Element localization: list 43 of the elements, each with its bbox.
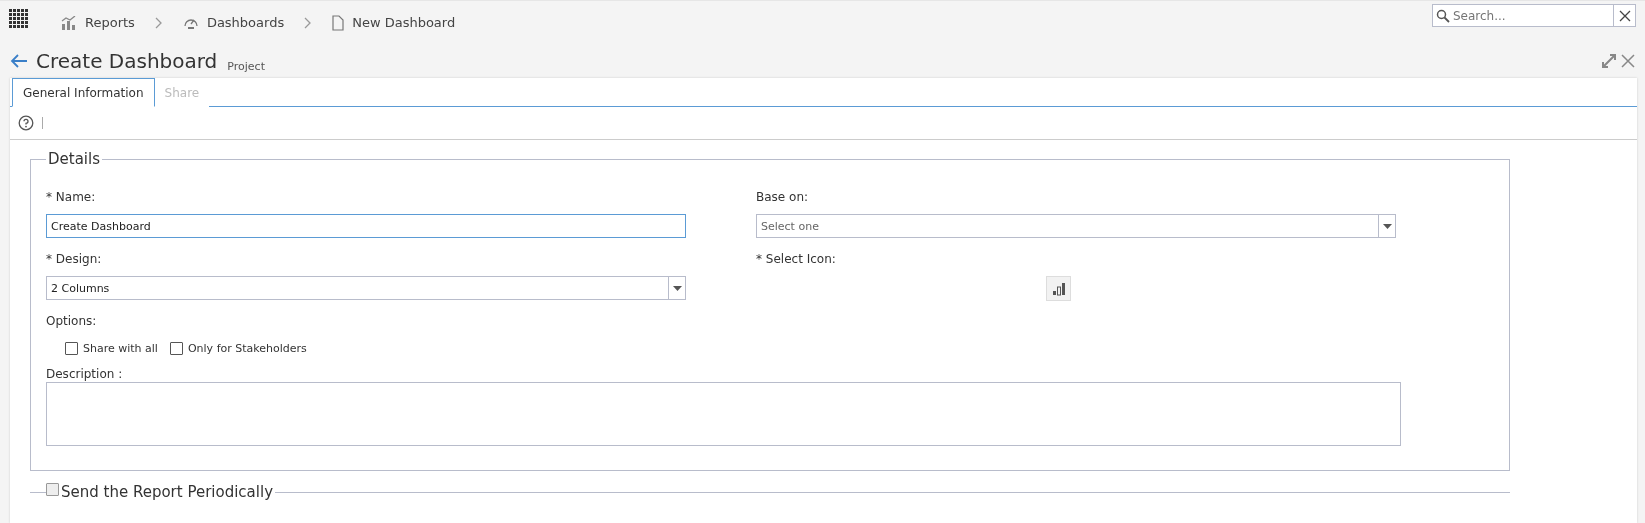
close-icon [1618,9,1631,22]
name-field[interactable]: Create Dashboard [46,214,686,238]
design-dropdown[interactable]: 2 Columns [46,276,686,300]
expand-button[interactable] [1599,51,1619,71]
page-subtitle: Project [227,59,265,73]
document-icon [332,14,345,31]
search-icon [1436,9,1450,23]
back-arrow-icon [10,53,28,69]
close-icon [1621,54,1635,68]
bar-chart-icon [1051,281,1066,296]
help-button[interactable] [16,113,36,133]
chevron-right-icon [304,16,313,29]
chevron-right-icon [154,16,163,29]
caret-down-icon [1382,223,1392,229]
field-label: Base on: [756,190,809,204]
caret-down-icon [672,285,682,291]
breadcrumb-link[interactable]: Dashboards [206,15,285,30]
close-button[interactable] [1619,52,1637,70]
description-field[interactable] [46,382,1401,446]
field-label: * Name: [46,190,96,204]
field-label: * Select Icon: [756,252,836,266]
expand-icon [1601,53,1617,69]
icon-picker-button[interactable] [1046,276,1071,301]
breadcrumb-link[interactable]: New Dashboard [352,15,456,30]
help-icon [18,115,34,131]
section-legend: Send the Report Periodically [61,483,273,501]
checkbox-label: Only for Stakeholders [187,342,307,355]
app-grid-icon [9,8,29,29]
section-legend: Details [46,150,102,168]
field-label: * Design: [46,252,102,266]
clear-button[interactable] [1614,4,1636,27]
field-label: Description : [46,367,123,381]
checkbox[interactable] [169,342,183,355]
field-label: Options: [46,314,97,328]
search-field[interactable]: Search... [1432,4,1614,27]
checkbox-label: Share with all [83,342,158,355]
checkbox[interactable] [46,482,59,496]
base-on-dropdown[interactable]: Select one [756,214,1396,238]
bar-chart-icon [61,15,77,30]
page-title: Create Dashboard [36,49,218,73]
checkbox[interactable] [65,342,78,355]
breadcrumb-link[interactable]: Reports [85,15,135,30]
tab[interactable]: General Information [12,78,155,107]
